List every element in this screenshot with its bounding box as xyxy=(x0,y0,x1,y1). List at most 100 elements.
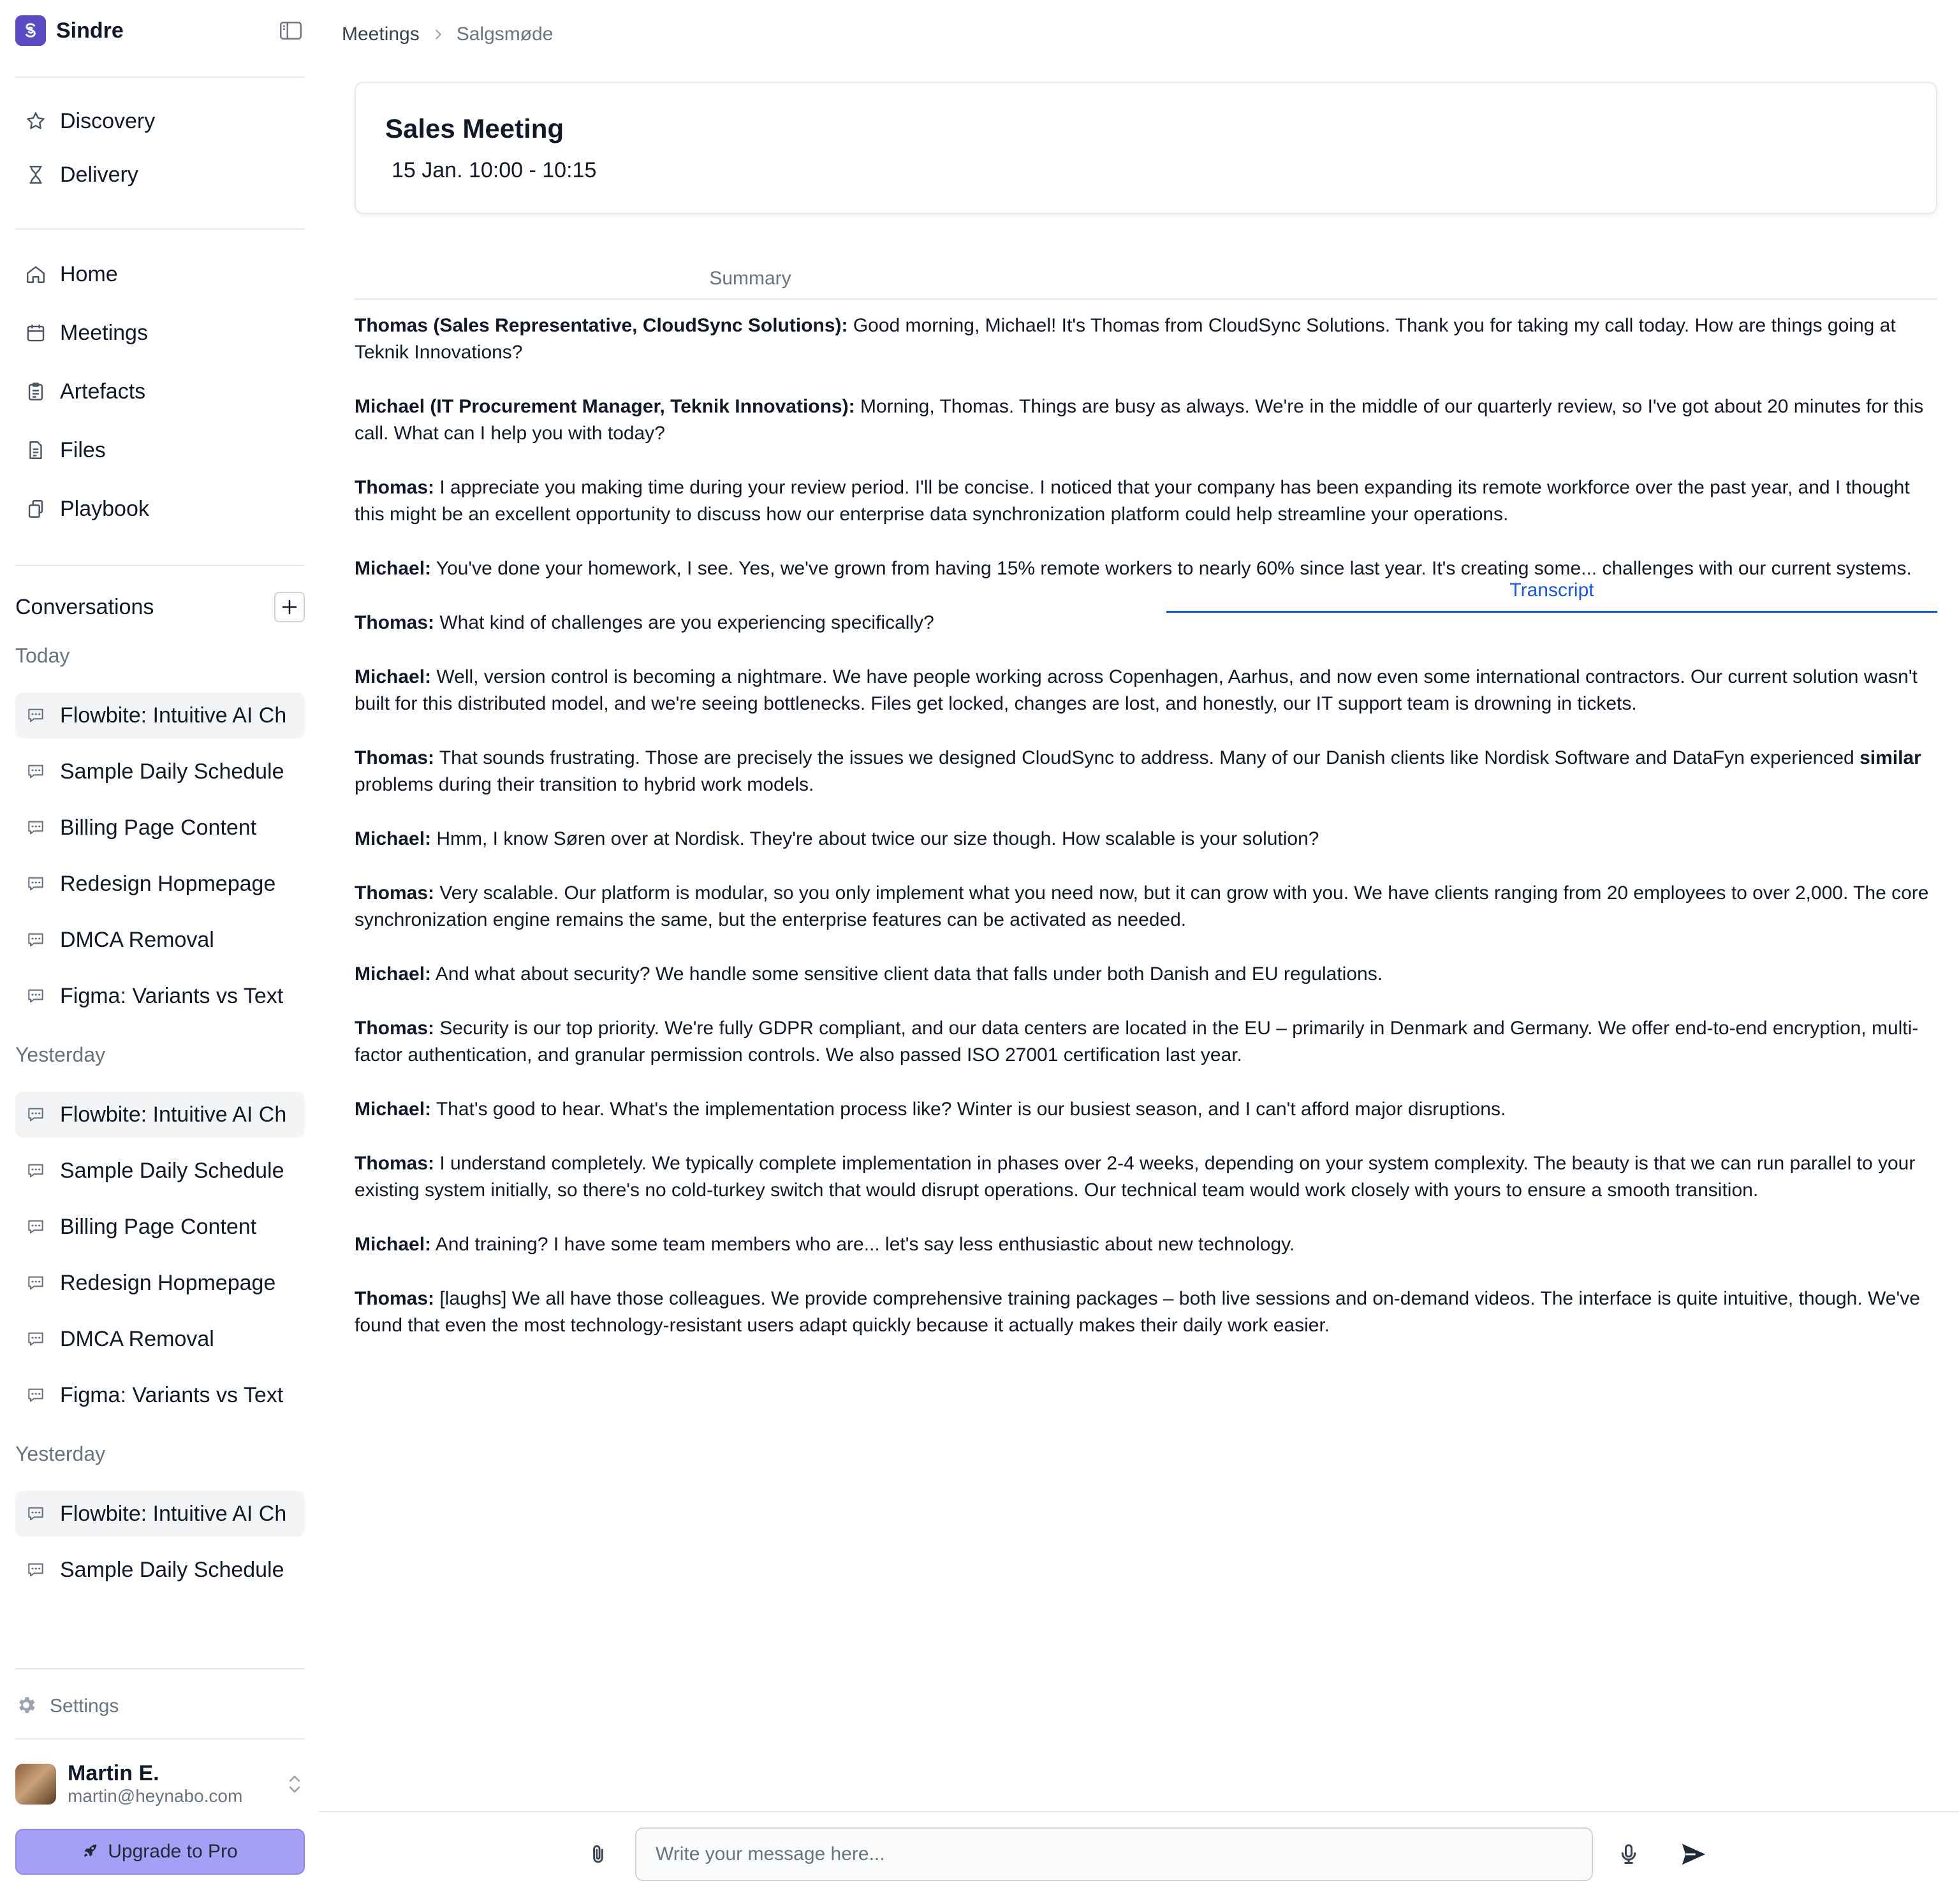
conversation-label: Flowbite: Intuitive AI Ch xyxy=(60,703,287,728)
utterance: That sounds frustrating. Those are preci… xyxy=(434,747,1860,768)
speaker-name: Thomas: xyxy=(355,612,435,633)
chat-bubble-icon xyxy=(24,1502,47,1525)
conversation-item[interactable]: Redesign Hopmepage xyxy=(15,861,305,907)
send-icon[interactable] xyxy=(1676,1836,1712,1872)
speaker-name: Thomas: xyxy=(355,882,435,904)
divider xyxy=(15,1668,305,1669)
divider xyxy=(15,77,305,78)
conversation-item[interactable]: Sample Daily Schedule xyxy=(15,1148,305,1194)
conversation-label: Redesign Hopmepage xyxy=(60,871,276,896)
conversation-item[interactable]: Redesign Hopmepage xyxy=(15,1260,305,1306)
nav-label: Artefacts xyxy=(60,379,146,404)
nav-label: Home xyxy=(60,261,118,286)
chat-bubble-icon xyxy=(24,928,47,951)
divider xyxy=(15,1738,305,1739)
nav-item-meetings[interactable]: Meetings xyxy=(15,310,305,356)
transcript-entry: Thomas: That sounds frustrating. Those a… xyxy=(355,745,1937,798)
microphone-icon[interactable] xyxy=(1613,1836,1644,1872)
nav-item-playbook[interactable]: Playbook xyxy=(15,486,305,532)
speaker-name: Thomas: xyxy=(355,747,435,768)
nav-label: Files xyxy=(60,437,106,462)
conversation-item[interactable]: Sample Daily Schedule xyxy=(15,749,305,795)
rocket-icon xyxy=(82,1842,99,1862)
transcript-entry: Michael: Hmm, I know Søren over at Nordi… xyxy=(355,826,1937,853)
nav-item-files[interactable]: Files xyxy=(15,427,305,473)
conversations-header: Conversations xyxy=(15,589,305,625)
utterance: I appreciate you making time during your… xyxy=(355,477,1910,525)
brand-name: Sindre xyxy=(56,18,124,43)
conversation-label: Flowbite: Intuitive AI Ch xyxy=(60,1501,287,1526)
conversation-item[interactable]: Flowbite: Intuitive AI Ch xyxy=(15,1092,305,1138)
utterance: Security is our top priority. We're full… xyxy=(355,1018,1919,1066)
transcript-entry: Thomas: I understand completely. We typi… xyxy=(355,1150,1937,1204)
hourglass-icon xyxy=(24,163,47,186)
chat-bubble-icon xyxy=(24,704,47,727)
sidebar-toggle-icon[interactable] xyxy=(278,19,304,42)
conversation-label: DMCA Removal xyxy=(60,1326,214,1351)
utterance: And training? I have some team members w… xyxy=(431,1234,1295,1255)
meeting-title: Sales Meeting xyxy=(385,114,564,143)
conversation-item[interactable]: Sample Daily Schedule xyxy=(15,1547,305,1593)
breadcrumb: Meetings Salgsmøde xyxy=(342,22,553,47)
brand[interactable]: Sindre xyxy=(15,15,124,46)
chat-bubble-icon xyxy=(24,816,47,839)
upgrade-to-pro-button[interactable]: Upgrade to Pro xyxy=(15,1829,305,1875)
utterance: I understand completely. We typically co… xyxy=(355,1153,1916,1201)
paperclip-icon[interactable] xyxy=(583,1836,613,1872)
chat-bubble-icon xyxy=(24,872,47,895)
nav-item-artefacts[interactable]: Artefacts xyxy=(15,369,305,414)
tab-summary[interactable]: Summary xyxy=(355,258,1146,300)
conversation-item[interactable]: DMCA Removal xyxy=(15,917,305,963)
speaker-name: Michael: xyxy=(355,828,432,849)
conversation-label: Figma: Variants vs Text xyxy=(60,1382,284,1407)
new-conversation-button[interactable] xyxy=(274,592,305,622)
conversations-title: Conversations xyxy=(15,594,154,619)
meeting-tabs: Summary Transcript xyxy=(355,258,1937,613)
speaker-name: Michael: xyxy=(355,1099,432,1120)
utterance: Very scalable. Our platform is modular, … xyxy=(355,882,1929,930)
settings-link[interactable]: Settings xyxy=(15,1691,119,1722)
chat-bubble-icon xyxy=(24,985,47,1007)
conversation-item[interactable]: Billing Page Content xyxy=(15,1204,305,1250)
calendar-icon xyxy=(24,321,47,344)
nav-label: Playbook xyxy=(60,496,149,521)
nav-item-discovery[interactable]: Discovery xyxy=(15,98,305,144)
speaker-name: Michael: xyxy=(355,963,432,985)
transcript-body: Thomas (Sales Representative, CloudSync … xyxy=(355,312,1937,1366)
settings-label: Settings xyxy=(50,1695,119,1717)
user-email: martin@heynabo.com xyxy=(68,1786,243,1806)
conversation-item[interactable]: Figma: Variants vs Text xyxy=(15,1372,305,1418)
nav-item-home[interactable]: Home xyxy=(15,251,305,297)
speaker-name: Thomas: xyxy=(355,1288,435,1309)
copy-icon xyxy=(24,497,47,520)
conversation-label: DMCA Removal xyxy=(60,927,214,952)
utterance: That's good to hear. What's the implemen… xyxy=(431,1099,1506,1120)
divider xyxy=(15,228,305,230)
divider xyxy=(15,565,305,566)
utterance: Hmm, I know Søren over at Nordisk. They'… xyxy=(431,828,1319,849)
breadcrumb-meetings-link[interactable]: Meetings xyxy=(342,24,420,45)
chevron-right-icon xyxy=(431,27,445,41)
chevron-up-down-icon[interactable] xyxy=(284,1771,305,1797)
conversation-label: Billing Page Content xyxy=(60,815,257,840)
conversation-item[interactable]: Flowbite: Intuitive AI Ch xyxy=(15,1491,305,1537)
speaker-name: Thomas: xyxy=(355,477,435,498)
conversation-item[interactable]: Flowbite: Intuitive AI Ch xyxy=(15,692,305,738)
user-name: Martin E. xyxy=(68,1761,159,1785)
conversation-label: Flowbite: Intuitive AI Ch xyxy=(60,1102,287,1127)
conversation-label: Sample Daily Schedule xyxy=(60,759,284,784)
message-input[interactable] xyxy=(635,1827,1593,1881)
transcript-entry: Thomas: Security is our top priority. We… xyxy=(355,1015,1937,1069)
chat-bubble-icon xyxy=(24,1159,47,1182)
nav-label: Meetings xyxy=(60,320,148,345)
nav-item-delivery[interactable]: Delivery xyxy=(15,152,305,198)
conversation-item[interactable]: DMCA Removal xyxy=(15,1316,305,1362)
user-menu[interactable]: Martin E. martin@heynabo.com xyxy=(15,1760,305,1808)
conversation-item[interactable]: Figma: Variants vs Text xyxy=(15,973,305,1019)
transcript-entry: Michael: And training? I have some team … xyxy=(355,1231,1937,1258)
conversation-group-label: Yesterday xyxy=(15,1442,106,1465)
conversation-item[interactable]: Billing Page Content xyxy=(15,805,305,851)
transcript-entry: Michael: That's good to hear. What's the… xyxy=(355,1096,1937,1123)
speaker-name: Michael: xyxy=(355,558,432,579)
nav-label: Discovery xyxy=(60,108,156,133)
